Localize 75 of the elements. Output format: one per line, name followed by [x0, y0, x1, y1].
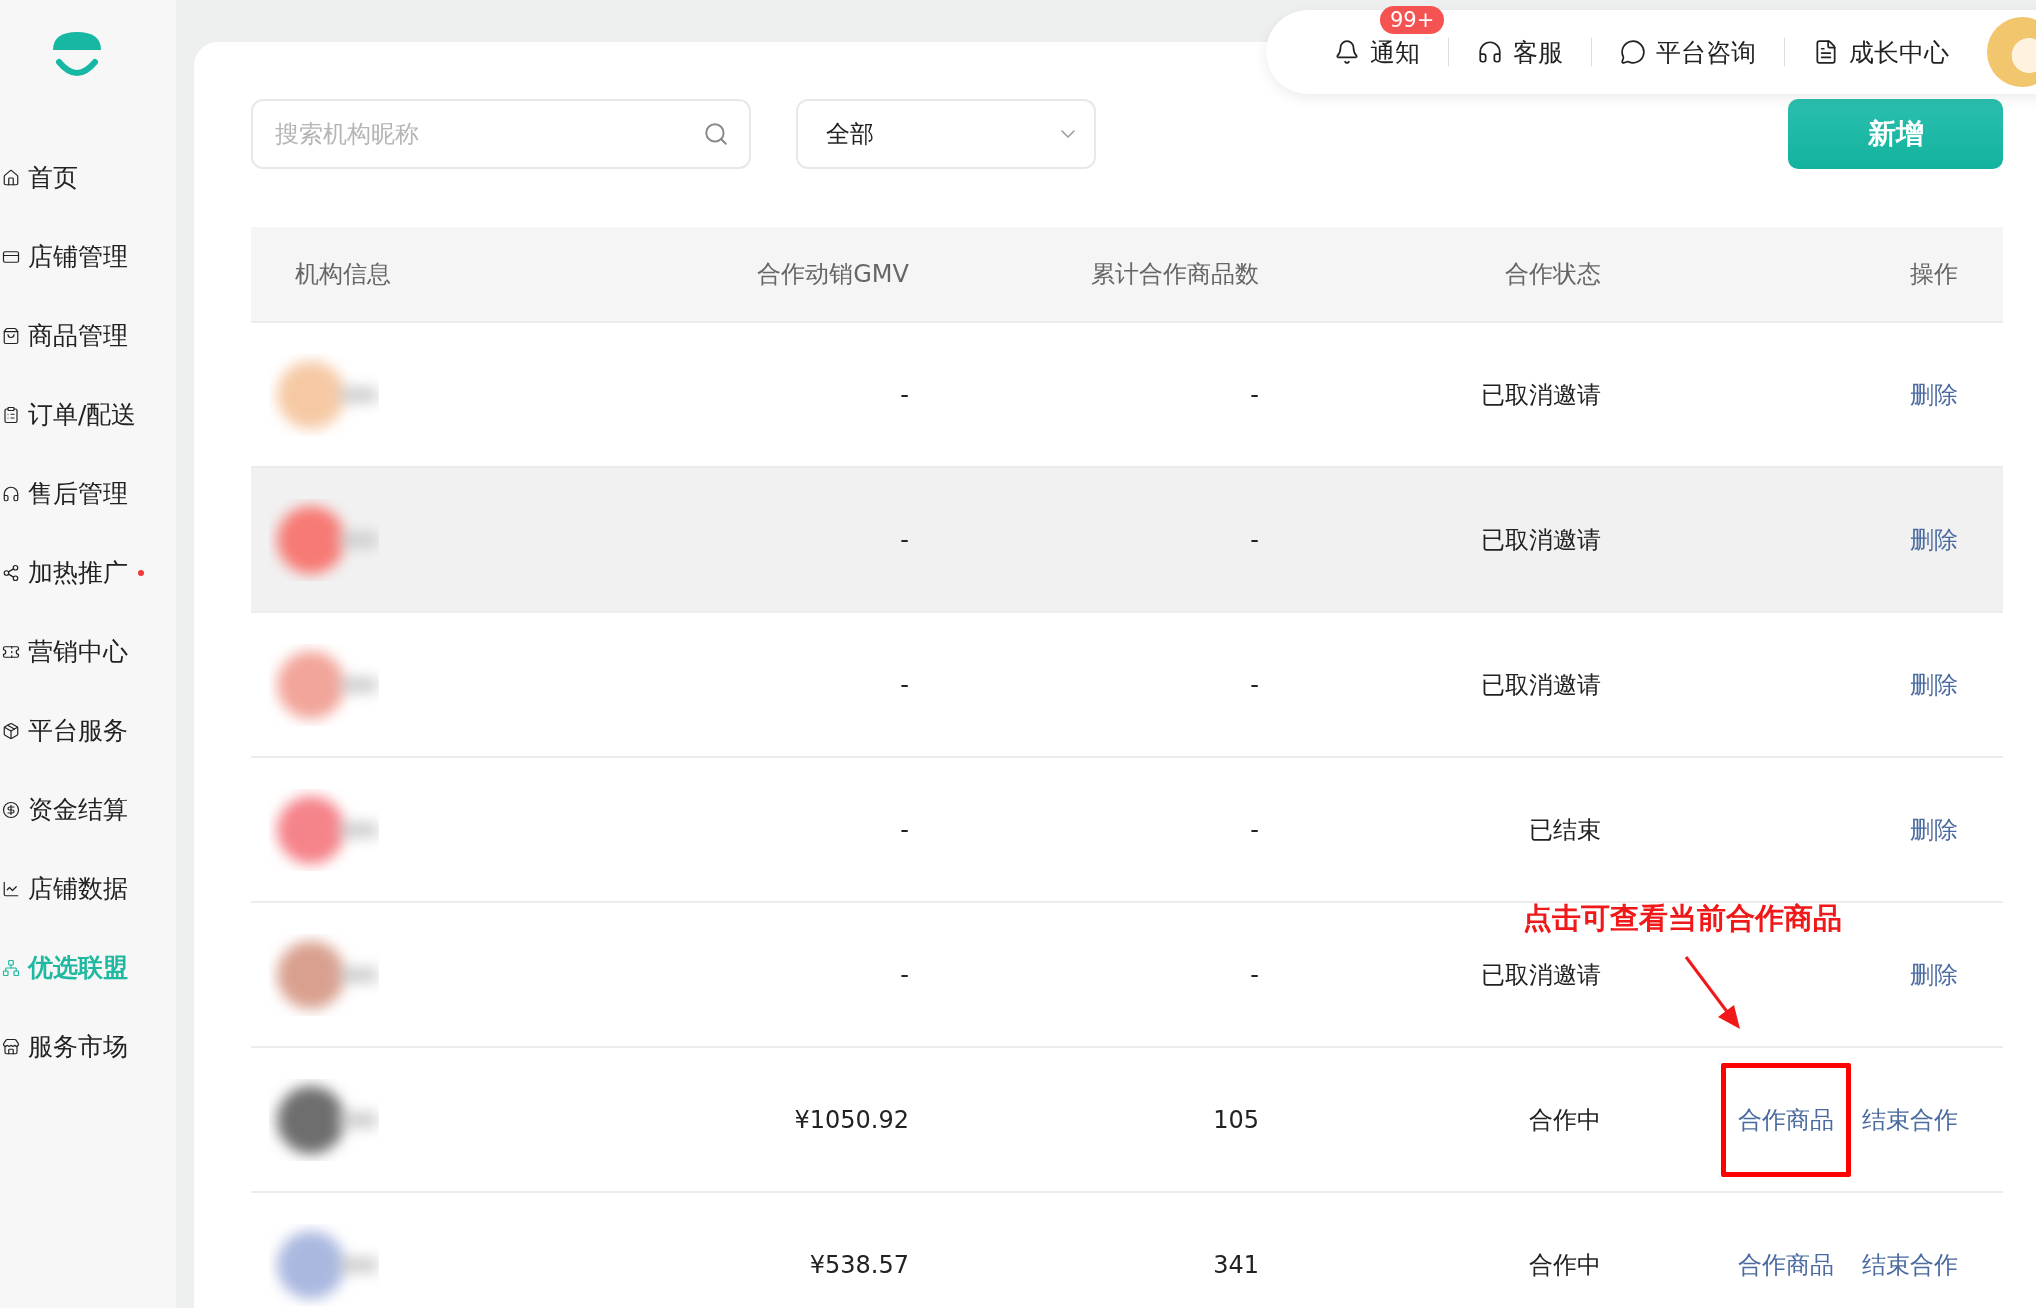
top-bar-item[interactable]: 成长中心 [1785, 35, 1977, 69]
top-bar-item[interactable]: 客服 [1449, 35, 1591, 69]
table-cell-text: 已取消邀请 [1480, 524, 1601, 556]
annotation-text: 点击可查看当前合作商品 [1523, 900, 1842, 937]
top-bar-label: 成长中心 [1849, 36, 1949, 69]
action-link[interactable]: 删除 [1910, 523, 1958, 556]
home-icon [2, 168, 20, 187]
table-cell-text: - [899, 960, 909, 989]
coin-icon [2, 800, 20, 819]
action-link[interactable]: 删除 [1910, 958, 1958, 991]
table-cell-text: 合作中 [1528, 1249, 1601, 1281]
clipboard-icon [2, 405, 20, 424]
table-cell-text: 已取消邀请 [1480, 959, 1601, 991]
table-cell-text: 合作中 [1528, 1104, 1601, 1136]
table-cell-text: ¥1050.92 [793, 1105, 909, 1134]
bag-icon [2, 326, 20, 345]
sidebar-item[interactable]: 订单/配送 [28, 398, 137, 431]
top-bar-label: 平台咨询 [1656, 36, 1756, 69]
column-header: 操作 [1909, 259, 1959, 290]
top-bar-label: 通知 [1370, 36, 1420, 69]
action-link[interactable]: 删除 [1910, 813, 1958, 846]
table-cell-text: 341 [1212, 1250, 1259, 1279]
table-row[interactable]: - - 已取消邀请 删除 [251, 468, 2003, 613]
table-cell-text: 105 [1212, 1105, 1259, 1134]
headset-icon [2, 484, 20, 503]
document-icon [1813, 39, 1839, 65]
package-icon [2, 721, 20, 740]
column-header: 合作动销GMV [756, 259, 909, 290]
avatar[interactable] [1987, 17, 2036, 87]
action-link[interactable]: 结束合作 [1862, 1103, 1958, 1136]
headset-icon [1477, 39, 1503, 65]
sidebar-item[interactable]: 资金结算 [28, 793, 128, 826]
table-cell-text: - [1249, 380, 1259, 409]
sidebar-item[interactable]: 营销中心 [28, 635, 128, 668]
column-header: 机构信息 [294, 259, 392, 290]
table-cell-text: 已取消邀请 [1480, 669, 1601, 701]
action-link[interactable]: 合作商品 [1721, 1062, 1851, 1177]
sidebar-item[interactable]: 店铺管理 [28, 240, 128, 273]
sidebar-item[interactable]: 平台服务 [28, 714, 128, 747]
table-cell-text: 已取消邀请 [1480, 379, 1601, 411]
filter-dropdown[interactable]: 全部 [796, 99, 1096, 169]
search-icon [703, 121, 729, 147]
action-link[interactable]: 合作商品 [1738, 1248, 1834, 1281]
table-cell-text: 已结束 [1528, 814, 1601, 846]
sidebar-item[interactable]: 商品管理 [28, 319, 128, 352]
sidebar-item[interactable]: 店铺数据 [28, 872, 128, 905]
table-cell-text: - [899, 525, 909, 554]
column-header: 累计合作商品数 [1090, 259, 1259, 290]
top-bar-item[interactable]: 通知 [1306, 35, 1448, 69]
store-icon [2, 1037, 20, 1056]
table-cell-text: - [1249, 960, 1259, 989]
chart-icon [2, 879, 20, 898]
sidebar-item[interactable]: 加热推广 [28, 556, 128, 589]
action-link[interactable]: 结束合作 [1862, 1248, 1958, 1281]
table-cell-text: - [1249, 525, 1259, 554]
action-link[interactable]: 删除 [1910, 668, 1958, 701]
sidebar-item[interactable]: 服务市场 [28, 1030, 128, 1063]
table-cell-text: - [899, 815, 909, 844]
count-badge: 99+ [1380, 5, 1445, 34]
column-header: 合作状态 [1504, 259, 1601, 290]
network-icon [2, 958, 20, 977]
sidebar-item[interactable]: 首页 [28, 161, 78, 194]
table-cell-text: ¥538.57 [808, 1250, 909, 1279]
action-link[interactable]: 删除 [1910, 378, 1958, 411]
share-icon [2, 563, 20, 582]
bell-icon [1334, 39, 1360, 65]
table-cell-text: - [1249, 815, 1259, 844]
sidebar-item[interactable]: 售后管理 [28, 477, 128, 510]
search-field[interactable]: 搜索机构昵称 [251, 99, 751, 169]
chat-bubble-icon [1620, 39, 1646, 65]
top-bar-label: 客服 [1513, 36, 1563, 69]
table-cell-text: - [1249, 670, 1259, 699]
table-cell-text: - [899, 380, 909, 409]
top-bar-item[interactable]: 平台咨询 [1592, 35, 1784, 69]
table-cell-text: - [899, 670, 909, 699]
